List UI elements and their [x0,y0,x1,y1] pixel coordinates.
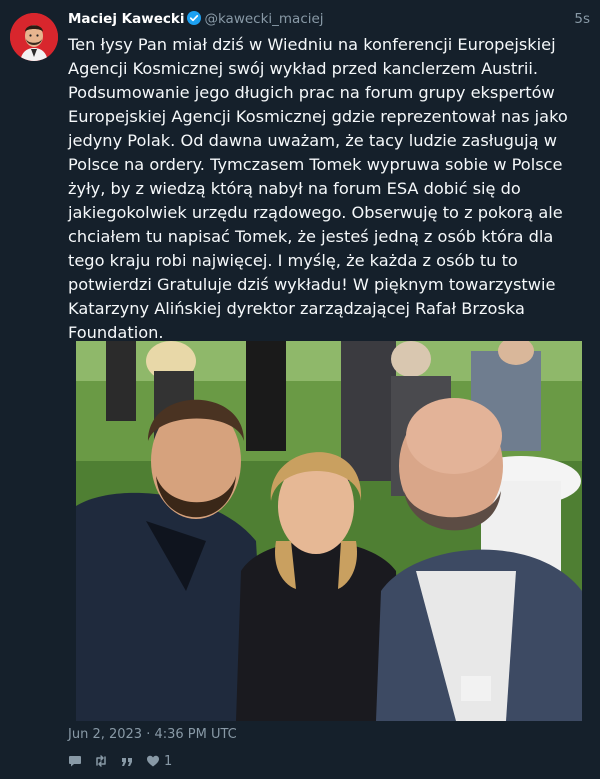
avatar-illustration [10,13,58,61]
retweet-button[interactable] [94,754,108,768]
tweet-text: Ten łysy Pan miał dziś w Wiedniu na konf… [68,35,568,342]
tweet-header: Maciej Kawecki @kawecki_maciej 5s [68,11,590,31]
author-avatar[interactable] [10,13,58,61]
like-button[interactable]: 1 [146,754,172,769]
tweet-photo[interactable] [76,341,582,721]
tweet-actions: 1 [68,752,172,770]
quote-button[interactable] [120,754,134,768]
tweet-relative-time[interactable]: 5s [574,11,590,27]
tweet: Maciej Kawecki @kawecki_maciej 5s Ten łys… [0,0,600,779]
like-count: 1 [164,753,173,769]
author-handle[interactable]: @kawecki_maciej [204,11,323,27]
tweet-date[interactable]: Jun 2, 2023 · 4:36 PM UTC [68,727,237,742]
reply-icon [68,754,82,768]
photo-selfie-three-people [76,341,582,721]
heart-icon [146,754,160,768]
reply-button[interactable] [68,754,82,768]
author-name[interactable]: Maciej Kawecki [68,11,184,27]
retweet-icon [94,754,108,768]
verified-badge-icon [187,11,202,25]
quote-icon [120,754,134,768]
